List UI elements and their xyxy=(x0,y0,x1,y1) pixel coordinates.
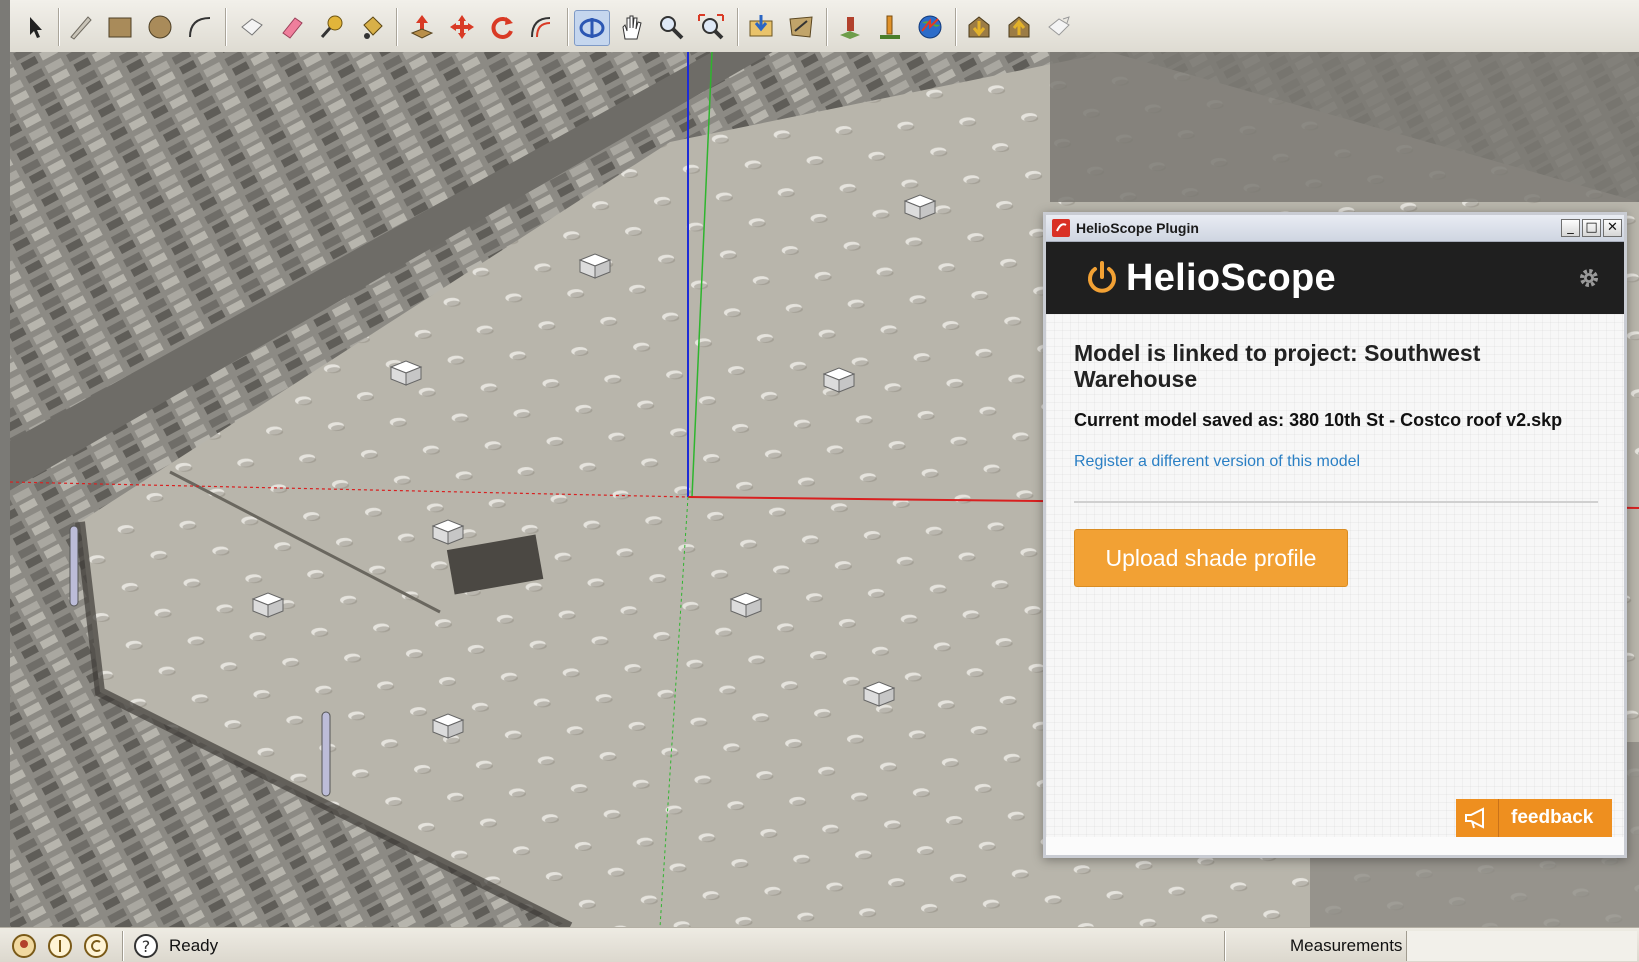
preview-earth-button[interactable] xyxy=(913,10,947,44)
helioscope-app-icon xyxy=(1052,219,1070,237)
help-icon[interactable]: ? xyxy=(133,933,159,959)
feedback-label: feedback xyxy=(1511,807,1594,828)
rotate-icon xyxy=(491,17,513,39)
upload-house-icon xyxy=(1008,16,1030,38)
svg-text:?: ? xyxy=(142,937,151,956)
upload-house-button[interactable] xyxy=(1002,10,1036,44)
orbit-tool-button[interactable] xyxy=(574,10,610,46)
measurements-input[interactable] xyxy=(1406,931,1637,961)
tape-measure-icon xyxy=(320,15,343,38)
circle-tool-button[interactable] xyxy=(143,10,177,44)
download-house-icon xyxy=(968,16,990,38)
move-arrows-icon xyxy=(450,15,474,39)
divider xyxy=(1074,501,1598,503)
window-title: HelioScope Plugin xyxy=(1076,220,1199,236)
credits-icon[interactable] xyxy=(47,933,73,959)
get-models-button[interactable] xyxy=(744,10,778,44)
paint-bucket-button[interactable] xyxy=(355,10,389,44)
saved-model-text: Current model saved as: 380 10th St - Co… xyxy=(1074,410,1563,430)
measurements-label: Measurements xyxy=(1290,936,1403,955)
pencil-icon xyxy=(70,16,92,40)
arc-tool-button[interactable] xyxy=(183,10,217,44)
share-component-icon xyxy=(1048,16,1070,36)
rotate-tool-button[interactable] xyxy=(485,10,519,44)
arc-icon xyxy=(189,17,211,38)
maximize-button[interactable]: □ xyxy=(1582,219,1601,237)
tape-measure-button[interactable] xyxy=(315,10,349,44)
get-photo-texture-button[interactable] xyxy=(962,10,996,44)
megaphone-icon xyxy=(1456,799,1499,837)
select-tool-button[interactable] xyxy=(18,10,52,44)
offset-icon xyxy=(531,17,551,38)
eraser-tool-button[interactable] xyxy=(275,10,309,44)
line-tool-button[interactable] xyxy=(63,10,97,44)
feedback-button[interactable]: feedback xyxy=(1456,799,1612,837)
circle-icon xyxy=(148,15,172,39)
plugin-content: Model is linked to project: Southwest Wa… xyxy=(1046,314,1624,837)
window-left-border xyxy=(0,0,10,961)
status-text: Ready xyxy=(169,936,219,955)
eraser-icon xyxy=(282,17,303,39)
offset-tool-button[interactable] xyxy=(525,10,559,44)
register-version-link[interactable]: Register a different version of this mod… xyxy=(1074,453,1596,471)
share-model-button[interactable] xyxy=(784,10,818,44)
share-component-button[interactable] xyxy=(1042,10,1076,44)
zoom-tool-button[interactable] xyxy=(654,10,688,44)
zoom-extents-icon xyxy=(698,14,724,40)
move-tool-button[interactable] xyxy=(445,10,479,44)
push-pull-icon xyxy=(410,15,434,39)
helioscope-plugin-window: HelioScope Plugin _ □ ✕ HelioScope Model… xyxy=(1043,212,1627,858)
linked-project-text: Model is linked to project: Southwest Wa… xyxy=(1074,340,1481,392)
main-toolbar xyxy=(0,0,1639,961)
share-model-icon xyxy=(789,16,813,38)
push-pull-button[interactable] xyxy=(405,10,439,44)
component-icon xyxy=(241,18,263,36)
status-bar: ? Ready Measurements xyxy=(0,927,1639,962)
toggle-terrain-button[interactable] xyxy=(873,10,907,44)
copyright-icon[interactable] xyxy=(83,933,109,959)
hand-icon xyxy=(622,15,642,40)
globe-icon xyxy=(918,15,942,39)
power-logo-icon xyxy=(1088,261,1116,293)
close-button[interactable]: ✕ xyxy=(1603,219,1622,237)
get-models-icon xyxy=(749,15,773,37)
rectangle-tool-button[interactable] xyxy=(103,10,137,44)
make-component-button[interactable] xyxy=(235,10,269,44)
window-titlebar[interactable]: HelioScope Plugin _ □ ✕ xyxy=(1046,215,1624,242)
pan-tool-button[interactable] xyxy=(614,10,648,44)
upload-shade-profile-button[interactable]: Upload shade profile xyxy=(1074,529,1348,587)
minimize-button[interactable]: _ xyxy=(1561,219,1580,237)
zoom-extents-button[interactable] xyxy=(694,10,728,44)
geo-location-icon[interactable] xyxy=(11,933,37,959)
add-location-icon xyxy=(840,17,860,39)
arrow-cursor-icon xyxy=(30,17,42,38)
brand-name: HelioScope xyxy=(1126,256,1336,299)
terrain-icon xyxy=(880,15,900,39)
rectangle-icon xyxy=(108,17,132,38)
helioscope-header: HelioScope xyxy=(1046,242,1624,314)
magnifier-icon xyxy=(660,16,684,40)
gear-icon[interactable] xyxy=(1578,267,1600,289)
orbit-icon xyxy=(579,18,605,38)
add-location-button[interactable] xyxy=(833,10,867,44)
paint-bucket-icon xyxy=(363,16,383,39)
